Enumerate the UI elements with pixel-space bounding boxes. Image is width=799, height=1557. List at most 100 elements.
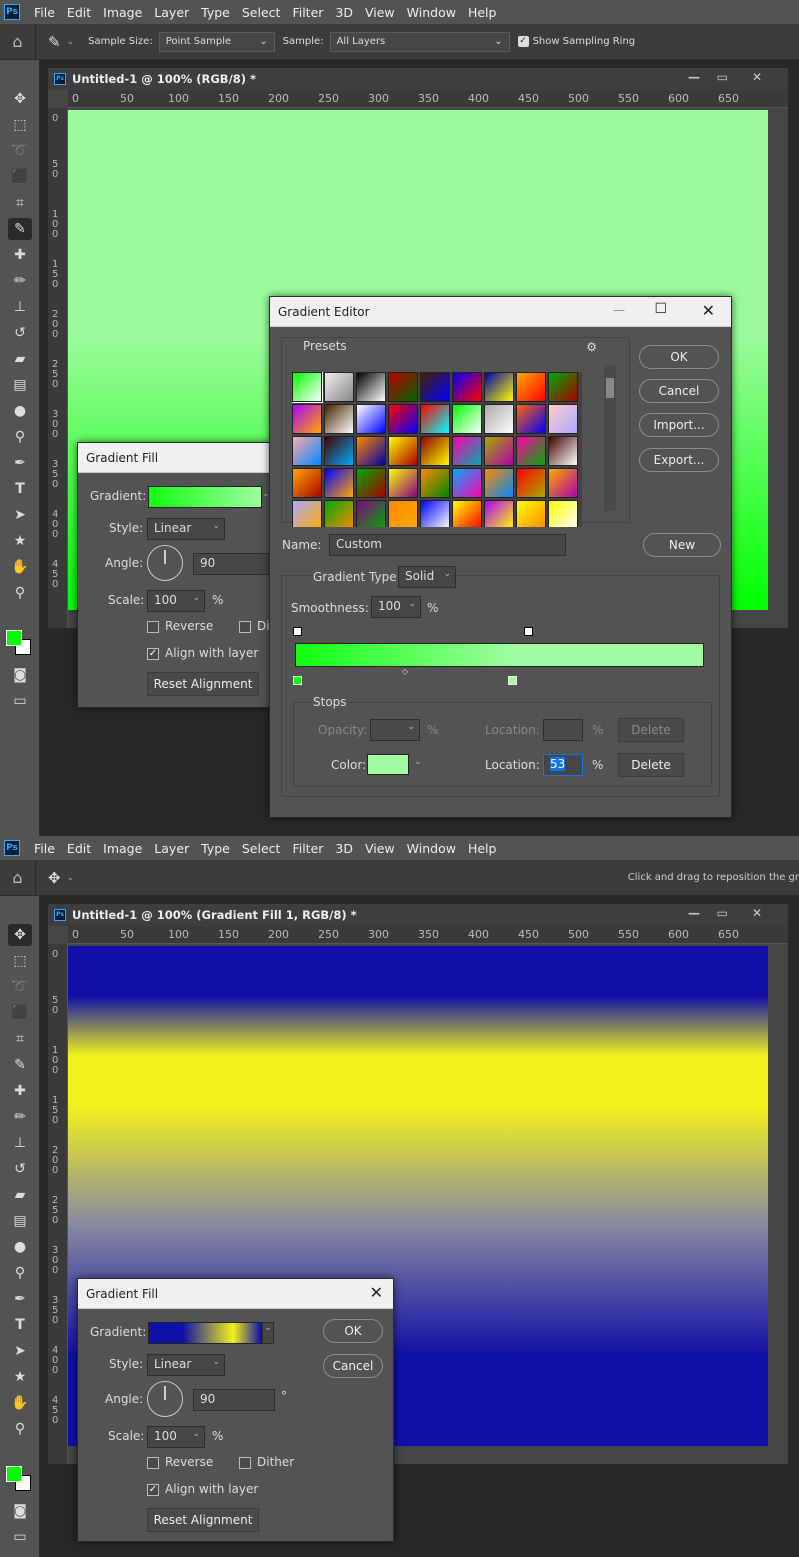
brush-tool-icon[interactable]: ✏ — [8, 270, 32, 292]
gradient-preset-swatch[interactable] — [356, 404, 386, 434]
menu-image[interactable]: Image — [97, 5, 148, 20]
gear-icon[interactable]: ⚙ — [586, 340, 597, 354]
eyedropper-tool-icon[interactable]: ✎ — [8, 1054, 32, 1076]
gradient-preset-swatch[interactable] — [420, 436, 450, 466]
dither-checkbox[interactable] — [239, 621, 251, 633]
maximize-icon[interactable]: ▭ — [717, 906, 728, 920]
home-icon[interactable]: ⌂ — [0, 859, 36, 896]
maximize-icon[interactable]: ▭ — [717, 70, 728, 84]
gradient-preset-swatch[interactable] — [388, 500, 418, 527]
foreground-color-swatch[interactable] — [6, 1466, 22, 1482]
angle-input[interactable]: 90 — [193, 1389, 275, 1411]
quick-mask-icon[interactable]: ◙ — [8, 1500, 32, 1522]
style-select[interactable]: Linear ⌄ — [147, 1354, 225, 1376]
gradient-preset-swatch[interactable] — [452, 372, 482, 402]
menu-view[interactable]: View — [359, 841, 401, 856]
menu-help[interactable]: Help — [462, 5, 503, 20]
quick-select-tool-icon[interactable]: ⬛ — [8, 166, 32, 188]
gradient-preset-swatch[interactable] — [324, 372, 354, 402]
gradient-preset-swatch[interactable] — [324, 500, 354, 527]
midpoint-diamond-icon[interactable]: ◇ — [402, 667, 408, 676]
gradient-preset-swatch[interactable] — [420, 468, 450, 498]
color-location-input[interactable]: 53 — [543, 754, 583, 776]
healing-tool-icon[interactable]: ✚ — [8, 1080, 32, 1102]
gradient-preset-swatch[interactable] — [292, 404, 322, 434]
shape-tool-icon[interactable]: ★ — [8, 530, 32, 552]
crop-tool-icon[interactable]: ⌗ — [8, 1028, 32, 1050]
menu-view[interactable]: View — [359, 5, 401, 20]
opacity-stop-start[interactable] — [293, 627, 302, 636]
menu-3d[interactable]: 3D — [329, 841, 359, 856]
angle-dial[interactable] — [147, 1381, 183, 1417]
import-button[interactable]: Import... — [639, 413, 719, 437]
quick-mask-icon[interactable]: ◙ — [8, 664, 32, 686]
marquee-tool-icon[interactable]: ⬚ — [8, 950, 32, 972]
ok-button[interactable]: OK — [323, 1319, 383, 1343]
close-icon[interactable]: ✕ — [370, 1283, 383, 1302]
scale-select[interactable]: 100 ⌄ — [147, 1426, 205, 1448]
gradient-preset-swatch[interactable] — [324, 436, 354, 466]
menu-filter[interactable]: Filter — [286, 5, 329, 20]
gradient-preset-swatch[interactable] — [388, 436, 418, 466]
gradient-preset-swatch[interactable] — [548, 468, 578, 498]
angle-dial[interactable] — [147, 545, 183, 581]
gradient-preset-swatch[interactable] — [292, 436, 322, 466]
gradient-preview[interactable] — [148, 1322, 262, 1344]
lasso-tool-icon[interactable]: ➰ — [8, 140, 32, 162]
path-select-icon[interactable]: ➤ — [8, 504, 32, 526]
gradient-preset-swatch[interactable] — [420, 404, 450, 434]
gradient-preset-swatch[interactable] — [484, 404, 514, 434]
gradient-preset-swatch[interactable] — [548, 500, 578, 527]
close-icon[interactable]: ✕ — [752, 906, 762, 920]
menu-file[interactable]: File — [28, 841, 61, 856]
home-icon[interactable]: ⌂ — [0, 23, 36, 60]
zoom-tool-icon[interactable]: ⚲ — [8, 1418, 32, 1440]
blur-tool-icon[interactable]: ● — [8, 400, 32, 422]
gradient-preset-swatch[interactable] — [388, 468, 418, 498]
scale-select[interactable]: 100 ⌄ — [147, 590, 205, 612]
menu-edit[interactable]: Edit — [61, 5, 97, 20]
sample-size-select[interactable]: Point Sample ⌄ — [158, 31, 275, 52]
gradient-bar[interactable] — [295, 643, 704, 667]
history-brush-icon[interactable]: ↺ — [8, 1158, 32, 1180]
stop-color-swatch[interactable] — [367, 754, 409, 775]
shape-tool-icon[interactable]: ★ — [8, 1366, 32, 1388]
crop-tool-icon[interactable]: ⌗ — [8, 192, 32, 214]
align-checkbox[interactable]: ✓ — [147, 1484, 159, 1496]
cancel-button[interactable]: Cancel — [323, 1354, 383, 1378]
menu-3d[interactable]: 3D — [329, 5, 359, 20]
gradient-preset-swatch[interactable] — [292, 372, 323, 403]
gradient-preset-swatch[interactable] — [356, 436, 386, 466]
chevron-down-icon[interactable]: ⌄ — [414, 757, 422, 767]
move-icon[interactable]: ✥ — [36, 869, 67, 887]
type-tool-icon[interactable]: T — [8, 1314, 32, 1336]
gradient-preset-swatch[interactable] — [516, 372, 546, 402]
gradient-preset-swatch[interactable] — [548, 436, 578, 466]
gradient-preset-swatch[interactable] — [516, 436, 546, 466]
maximize-icon[interactable]: ☐ — [654, 301, 667, 317]
gradient-preset-swatch[interactable] — [548, 404, 578, 434]
zoom-tool-icon[interactable]: ⚲ — [8, 582, 32, 604]
gradient-preset-swatch[interactable] — [292, 468, 322, 498]
gradient-preset-swatch[interactable] — [516, 500, 546, 527]
gradient-tool-icon[interactable]: ▤ — [8, 374, 32, 396]
dodge-tool-icon[interactable]: ⚲ — [8, 426, 32, 448]
blur-tool-icon[interactable]: ● — [8, 1236, 32, 1258]
menu-image[interactable]: Image — [97, 841, 148, 856]
document-tab[interactable]: Ps Untitled-1 @ 100% (RGB/8) * — ▭ ✕ — [48, 68, 788, 90]
dither-checkbox[interactable] — [239, 1457, 251, 1469]
reset-alignment-button[interactable]: Reset Alignment — [147, 1508, 259, 1532]
gradient-preset-swatch[interactable] — [356, 500, 386, 527]
chevron-down-icon[interactable]: ⌄ — [262, 1322, 274, 1344]
smoothness-select[interactable]: 100 ⌄ — [371, 596, 421, 618]
show-ring-checkbox[interactable]: ✓ — [517, 36, 529, 47]
marquee-tool-icon[interactable]: ⬚ — [8, 114, 32, 136]
gradient-preset-swatch[interactable] — [484, 468, 514, 498]
name-input[interactable]: Custom — [329, 534, 566, 556]
minimize-icon[interactable]: — — [613, 303, 625, 317]
style-select[interactable]: Linear ⌄ — [147, 518, 225, 540]
gradient-preset-swatch[interactable] — [484, 500, 514, 527]
close-icon[interactable]: ✕ — [752, 70, 762, 84]
healing-tool-icon[interactable]: ✚ — [8, 244, 32, 266]
document-tab[interactable]: Ps Untitled-1 @ 100% (Gradient Fill 1, R… — [48, 904, 788, 926]
